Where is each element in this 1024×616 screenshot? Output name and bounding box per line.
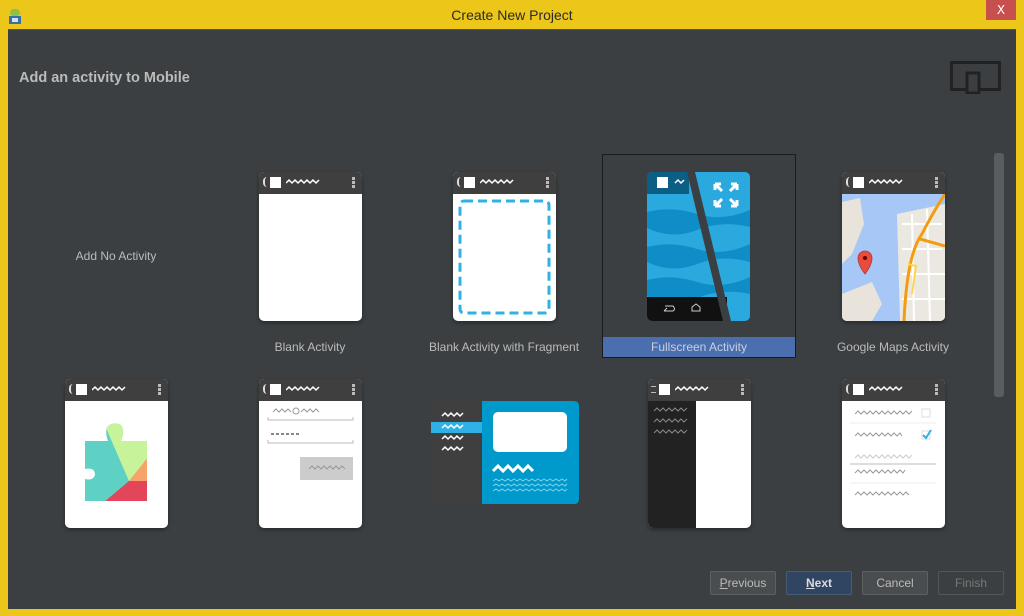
puzzle-piece-icon bbox=[85, 423, 147, 501]
previous-mnemonic: P bbox=[719, 576, 728, 590]
next-mnemonic: N bbox=[805, 576, 815, 590]
activity-tile-master-detail[interactable] bbox=[407, 360, 601, 530]
activity-label: Blank Activity bbox=[274, 340, 346, 354]
activity-tile-blank-activity[interactable]: Blank Activity bbox=[213, 153, 407, 357]
activity-tile-login[interactable] bbox=[213, 360, 407, 530]
phone-tablet-icon bbox=[950, 61, 1001, 94]
vertical-scrollbar[interactable] bbox=[994, 153, 1004, 397]
drawer-panel bbox=[648, 401, 696, 528]
activity-label: Blank Activity with Fragment bbox=[428, 340, 580, 354]
activity-tile-play-services[interactable] bbox=[19, 360, 213, 530]
close-button[interactable]: X bbox=[986, 0, 1016, 20]
finish-button[interactable]: Finish bbox=[938, 571, 1004, 595]
activity-tile-add-no-activity[interactable]: Add No Activity bbox=[19, 153, 213, 357]
page-heading: Add an activity to Mobile bbox=[19, 70, 190, 86]
maps-preview bbox=[842, 172, 945, 321]
blank-activity-preview bbox=[259, 172, 362, 321]
activity-label: Google Maps Activity bbox=[836, 340, 950, 354]
title-bar: Create New Project X bbox=[0, 0, 1024, 30]
fragment-preview bbox=[453, 172, 556, 321]
next-label: ext bbox=[814, 576, 832, 590]
activity-tile-settings[interactable] bbox=[796, 360, 990, 530]
action-bar bbox=[259, 172, 362, 194]
next-button[interactable]: Next bbox=[786, 571, 852, 595]
create-new-project-window: Create New Project X Add an activity to … bbox=[0, 0, 1024, 616]
settings-preview bbox=[842, 379, 945, 528]
master-detail-preview bbox=[431, 401, 579, 504]
fullscreen-preview bbox=[647, 172, 750, 321]
previous-label: revious bbox=[727, 576, 767, 590]
activity-label: Add No Activity bbox=[75, 249, 157, 263]
cancel-button[interactable]: Cancel bbox=[862, 571, 928, 595]
activity-tile-blank-activity-fragment[interactable]: Blank Activity with Fragment bbox=[407, 153, 601, 357]
activity-tile-navigation-drawer[interactable] bbox=[602, 360, 796, 530]
activity-label: Fullscreen Activity bbox=[603, 337, 795, 357]
map-image bbox=[842, 194, 945, 321]
play-services-preview bbox=[65, 379, 168, 528]
login-preview bbox=[259, 379, 362, 528]
activity-tile-fullscreen-activity[interactable]: Fullscreen Activity bbox=[602, 154, 796, 358]
activity-tile-google-maps-activity[interactable]: Google Maps Activity bbox=[796, 153, 990, 357]
fragment-dashed-frame bbox=[458, 199, 551, 315]
navigation-drawer-preview bbox=[648, 379, 751, 528]
previous-button[interactable]: Previous bbox=[710, 571, 776, 595]
window-title: Create New Project bbox=[451, 7, 573, 23]
wizard-content: Add an activity to Mobile Add No Activit… bbox=[8, 29, 1016, 609]
